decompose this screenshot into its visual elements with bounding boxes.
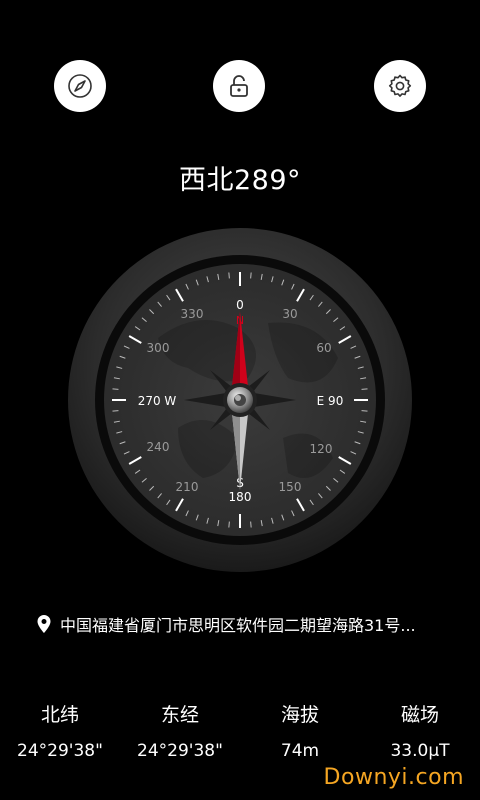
tick-label-60: 60 [316, 341, 331, 355]
stats-row: 北纬 24°29'38" 东经 24°29'38" 海拔 74m 磁场 33.0… [0, 700, 480, 761]
compass-icon [68, 74, 92, 98]
tick-label-210: 210 [176, 480, 199, 494]
tick-label-120: 120 [310, 442, 333, 456]
compass-mode-button[interactable] [54, 60, 106, 112]
unlock-icon [230, 75, 248, 97]
stat-label: 磁场 [400, 704, 439, 726]
dial-tick [228, 521, 230, 528]
stat-value: 74m [280, 741, 320, 761]
tick-label-180: 180 [229, 490, 252, 504]
stat-latitude: 北纬 24°29'38" [0, 700, 120, 761]
tick-label-240: 240 [147, 440, 170, 454]
stat-value: 24°29'38" [17, 741, 103, 761]
tick-label-330: 330 [181, 307, 204, 321]
tick-label-90: E 90 [317, 394, 344, 408]
stat-altitude: 海拔 74m [240, 700, 360, 761]
dial-tick [112, 410, 119, 412]
compass-dial: 0 330 300 270 W 240 210 180 150 120 E 90… [68, 228, 412, 572]
heading-readout: 西北289° [178, 165, 302, 196]
dial-tick [228, 272, 230, 279]
stat-label: 东经 [160, 704, 199, 726]
location-address: 中国福建省厦门市思明区软件园二期望海路31号... [60, 616, 416, 635]
stat-label: 海拔 [280, 704, 319, 726]
dial-tick [112, 388, 119, 390]
tick-label-270: 270 W [138, 394, 177, 408]
tick-label-30: 30 [282, 307, 297, 321]
dial-tick [250, 272, 252, 279]
tick-label-300: 300 [147, 341, 170, 355]
location-pin-icon [37, 615, 51, 633]
settings-button[interactable] [374, 60, 426, 112]
tick-label-150: 150 [279, 480, 302, 494]
dial-tick [250, 521, 252, 528]
stat-value: 24°29'38" [137, 741, 223, 761]
tick-label-0: 0 [236, 298, 244, 312]
watermark: Downyi.com [323, 765, 464, 790]
gear-icon [388, 74, 412, 97]
dial-tick [361, 388, 368, 390]
lock-toggle-button[interactable] [213, 60, 265, 112]
stat-longitude: 东经 24°29'38" [120, 700, 240, 761]
stat-label: 北纬 [40, 704, 79, 726]
stat-magnetic-field: 磁场 33.0μT [360, 700, 480, 761]
dial-tick [361, 410, 368, 412]
location-row: 中国福建省厦门市思明区软件园二期望海路31号... [36, 612, 456, 636]
stat-value: 33.0μT [390, 741, 450, 761]
